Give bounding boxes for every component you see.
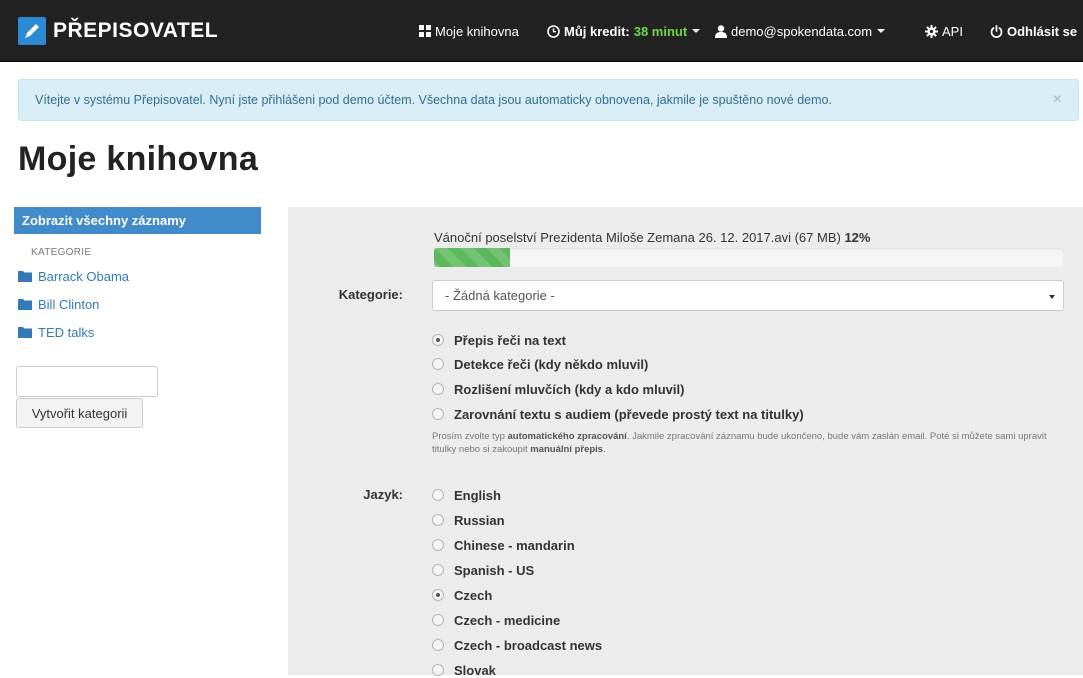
- category-label: Barrack Obama: [38, 268, 130, 284]
- language-option-label: English: [454, 487, 501, 503]
- file-name: Vánoční poselství Prezidenta Miloše Zema…: [434, 230, 841, 245]
- processing-option-label: Detekce řeči (kdy někdo mluvil): [454, 356, 649, 372]
- upload-file-info: Vánoční poselství Prezidenta Miloše Zema…: [434, 230, 870, 245]
- language-option-label: Slovak: [454, 662, 496, 678]
- processing-option[interactable]: Detekce řeči (kdy někdo mluvil): [432, 356, 648, 372]
- processing-option-label: Zarovnání textu s audiem (převede prostý…: [454, 406, 804, 422]
- user-icon: [715, 24, 727, 38]
- processing-option-label: Přepis řeči na text: [454, 332, 566, 348]
- folder-icon: [18, 271, 32, 282]
- power-icon: [990, 24, 1003, 38]
- radio-button[interactable]: [432, 639, 444, 651]
- sidebar-category-item[interactable]: TED talks: [18, 323, 94, 341]
- language-option-label: Chinese - mandarin: [454, 537, 575, 553]
- nav-user-email: demo@spokendata.com: [731, 23, 873, 39]
- radio-button[interactable]: [432, 564, 444, 576]
- gear-icon: [925, 24, 938, 38]
- caret-down-icon: [877, 29, 886, 33]
- nav-library-label: Moje knihovna: [435, 23, 519, 39]
- nav-credit-value: 38 minut: [633, 23, 688, 39]
- language-option[interactable]: Czech - medicine: [432, 612, 560, 628]
- language-option[interactable]: Slovak: [432, 662, 496, 678]
- sidebar-category-item[interactable]: Barrack Obama: [18, 267, 129, 285]
- radio-button[interactable]: [432, 614, 444, 626]
- nav-user[interactable]: demo@spokendata.com: [715, 0, 886, 62]
- pencil-icon: [18, 17, 46, 45]
- language-option-label: Czech: [454, 587, 493, 603]
- nav-api-label: API: [942, 23, 963, 39]
- language-option[interactable]: Czech: [432, 587, 492, 603]
- upload-progress: [434, 248, 1064, 267]
- clock-icon: [547, 24, 560, 38]
- create-category-button[interactable]: Vytvořit kategorii: [16, 398, 143, 428]
- processing-option[interactable]: Zarovnání textu s audiem (převede prostý…: [432, 406, 804, 422]
- upload-progress-bar: [434, 248, 510, 267]
- radio-button[interactable]: [432, 383, 444, 395]
- nav-library[interactable]: Moje knihovna: [419, 0, 519, 62]
- language-option[interactable]: English: [432, 487, 501, 503]
- radio-button[interactable]: [432, 589, 444, 601]
- folder-icon: [18, 299, 32, 310]
- category-heading: KATEGORIE: [31, 247, 92, 258]
- category-select-value: - Žádná kategorie -: [445, 288, 555, 303]
- language-option[interactable]: Spanish - US: [432, 562, 534, 578]
- language-option[interactable]: Chinese - mandarin: [432, 537, 575, 553]
- language-option-label: Czech - broadcast news: [454, 637, 603, 653]
- progress-percent: 12%: [844, 230, 871, 245]
- help-text-part: Prosím zvolte typ: [432, 431, 508, 442]
- new-category-input[interactable]: [16, 366, 158, 397]
- processing-option[interactable]: Rozlišení mluvčích (kdy a kdo mluvil): [432, 381, 684, 397]
- language-label: Jazyk:: [363, 487, 403, 502]
- language-option-label: Spanish - US: [454, 562, 535, 578]
- radio-button[interactable]: [432, 408, 444, 420]
- radio-button[interactable]: [432, 664, 444, 676]
- radio-button[interactable]: [432, 539, 444, 551]
- grid-icon: [419, 25, 431, 37]
- caret-down-icon: [1049, 295, 1055, 299]
- nav-credit-label: Můj kredit:: [564, 23, 630, 39]
- alert-text: Vítejte v systému Přepisovatel. Nyní jst…: [35, 93, 832, 107]
- radio-button[interactable]: [432, 334, 444, 346]
- help-text-bold: manuální přepis: [530, 444, 604, 455]
- help-text-part: .: [603, 444, 606, 455]
- radio-button[interactable]: [432, 514, 444, 526]
- processing-help-text: Prosím zvolte typ automatického zpracová…: [432, 430, 1062, 456]
- demo-alert: Vítejte v systému Přepisovatel. Nyní jst…: [18, 79, 1079, 121]
- category-label: Bill Clinton: [38, 296, 100, 312]
- processing-option-label: Rozlišení mluvčích (kdy a kdo mluvil): [454, 381, 685, 397]
- language-option-label: Czech - medicine: [454, 612, 561, 628]
- category-label: Kategorie:: [338, 287, 403, 302]
- language-option[interactable]: Czech - broadcast news: [432, 637, 602, 653]
- show-all-records[interactable]: Zobrazit všechny záznamy: [14, 207, 261, 234]
- radio-button[interactable]: [432, 358, 444, 370]
- nav-logout-label: Odhlásit se: [1007, 23, 1078, 39]
- close-icon[interactable]: ×: [1053, 91, 1062, 109]
- brand[interactable]: PŘEPISOVATEL: [18, 17, 218, 45]
- folder-icon: [18, 327, 32, 338]
- caret-down-icon: [692, 29, 701, 33]
- nav-credit[interactable]: Můj kredit: 38 minut: [547, 0, 701, 62]
- brand-name: PŘEPISOVATEL: [53, 19, 219, 42]
- category-label: TED talks: [38, 324, 95, 340]
- category-select[interactable]: - Žádná kategorie -: [432, 280, 1064, 311]
- language-option-label: Russian: [454, 512, 505, 528]
- sidebar-category-item[interactable]: Bill Clinton: [18, 295, 99, 313]
- page-title: Moje knihovna: [18, 140, 259, 178]
- language-option[interactable]: Russian: [432, 512, 505, 528]
- radio-button[interactable]: [432, 489, 444, 501]
- help-text-bold: automatického zpracování: [507, 431, 627, 442]
- top-navbar: PŘEPISOVATEL Moje knihovna Můj kredit: 3…: [0, 0, 1083, 62]
- nav-api[interactable]: API: [925, 0, 963, 62]
- nav-logout[interactable]: Odhlásit se: [990, 0, 1077, 62]
- processing-option[interactable]: Přepis řeči na text: [432, 332, 566, 348]
